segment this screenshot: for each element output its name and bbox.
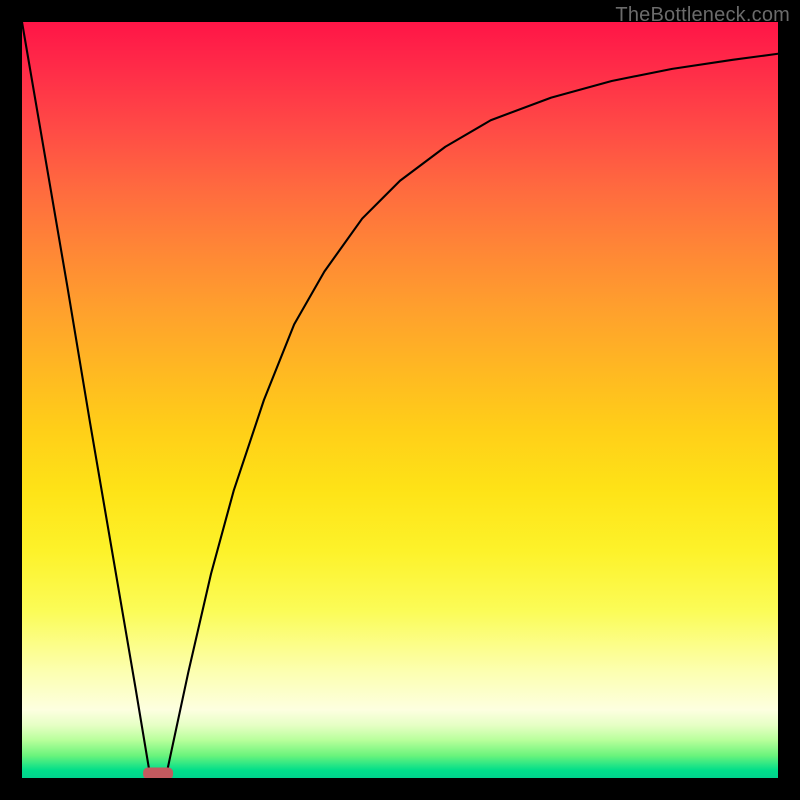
watermark-text: TheBottleneck.com [615, 4, 790, 27]
plot-area [22, 22, 778, 778]
chart-frame: TheBottleneck.com [0, 0, 800, 800]
